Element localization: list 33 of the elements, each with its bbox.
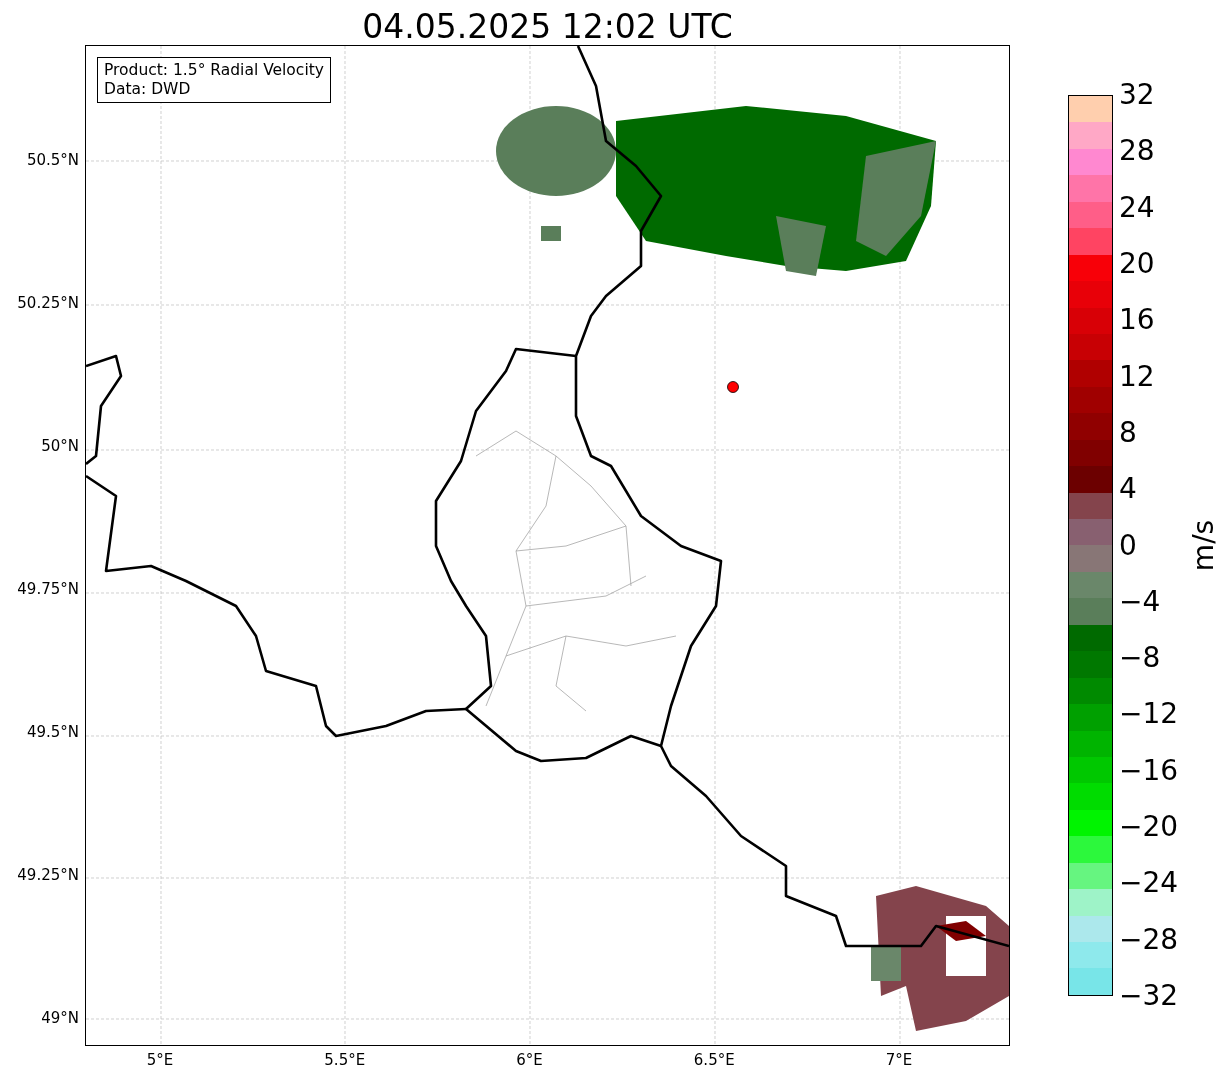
colorbar-tick-label: −20 — [1119, 811, 1179, 844]
longitude-label: 7°E — [885, 1051, 913, 1069]
latitude-label: 50.5°N — [26, 151, 79, 169]
colorbar-tick-label: 32 — [1119, 79, 1155, 111]
latitude-label: 49.25°N — [17, 866, 79, 884]
colorbar-tick-label: 8 — [1119, 416, 1137, 449]
info-text: Data: DWD — [104, 80, 192, 99]
colorbar-tick-label: 16 — [1119, 304, 1155, 337]
longitude-label: 5°E — [146, 1051, 174, 1069]
longitude-label: 6.5°E — [693, 1051, 735, 1069]
colorbar-tick-label: 4 — [1119, 473, 1137, 506]
colorbar-tick-label: −28 — [1119, 923, 1179, 956]
colorbar-tick-label: −4 — [1119, 585, 1161, 618]
latitude-label: 50°N — [41, 437, 79, 455]
colorbar-tick-label: 28 — [1119, 135, 1155, 168]
colorbar-tick-label: 0 — [1119, 529, 1137, 562]
chart-title: 04.05.2025 12:02 UTC — [361, 6, 734, 45]
colorbar-tick-label: 24 — [1119, 191, 1155, 224]
colorbar-label: m/s — [1187, 519, 1221, 572]
latitude-label: 49.75°N — [17, 580, 79, 598]
colorbar-tick-label: −12 — [1119, 698, 1179, 731]
colorbar-tick-label: 12 — [1119, 360, 1155, 393]
colorbar-tick-label: −32 — [1119, 980, 1179, 1012]
longitude-label: 6°E — [516, 1051, 543, 1069]
colorbar-tick-label: −24 — [1119, 867, 1179, 900]
colorbar-tick-label: −8 — [1119, 642, 1161, 675]
longitude-label: 5.5°E — [324, 1051, 366, 1069]
colorbar-tick-label: 20 — [1119, 247, 1155, 280]
latitude-label: 50.25°N — [17, 294, 79, 312]
latitude-label: 49°N — [41, 1009, 79, 1027]
info-text: Product: 1.5° Radial Velocity — [104, 61, 324, 80]
colorbar-tick-label: −16 — [1119, 754, 1179, 787]
latitude-label: 49.5°N — [26, 723, 79, 741]
